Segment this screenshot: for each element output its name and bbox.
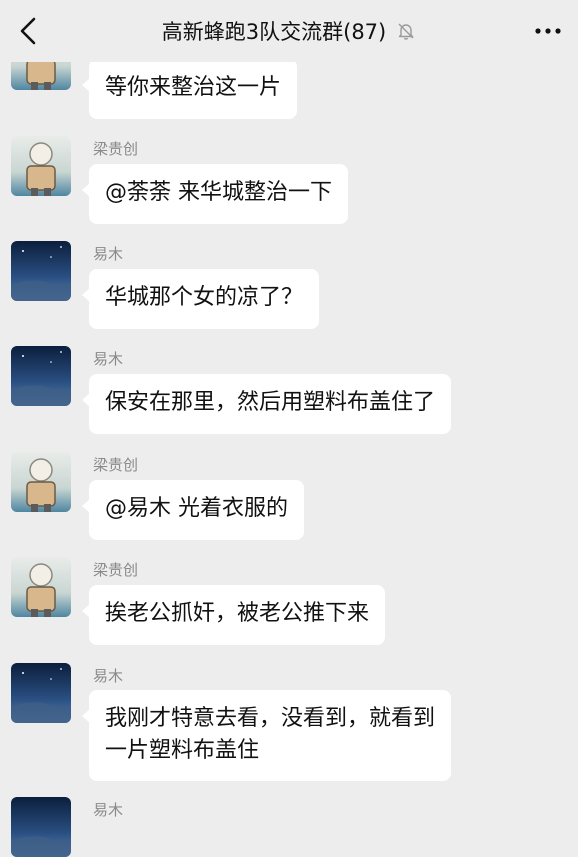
- more-button[interactable]: [530, 16, 566, 46]
- message-text: 华城那个女的凉了？: [105, 285, 304, 310]
- night-sky-avatar[interactable]: [11, 241, 71, 301]
- cartoon-avatar[interactable]: [11, 557, 71, 617]
- chat-header: 高新蜂跑3队交流群(87): [0, 0, 578, 62]
- message-text: 保安在那里，然后用塑料布盖住了: [105, 390, 436, 415]
- message-text-line: 一片塑料布盖住: [105, 738, 260, 763]
- sender-name: 易木: [93, 667, 124, 685]
- cartoon-avatar[interactable]: [11, 136, 71, 196]
- message-bubble[interactable]: 等你来整治这一片: [82, 59, 298, 119]
- night-sky-avatar[interactable]: [11, 346, 71, 406]
- message-text: 等你来整治这一片: [105, 75, 282, 100]
- page-title: 高新蜂跑3队交流群(87): [161, 20, 387, 44]
- message-text: 挨老公抓奸，被老公推下来: [105, 601, 370, 626]
- chat-area: 等你来整治这一片 梁贵创 @荼荼 来华城整治一下 易木 华城那个女的凉了？ 易木: [0, 0, 578, 857]
- sender-name: 易木: [93, 245, 124, 263]
- night-sky-avatar[interactable]: [11, 797, 71, 857]
- cartoon-avatar[interactable]: [11, 452, 71, 512]
- message-text-line: 我刚才特意去看，没看到，就看到: [105, 706, 436, 731]
- night-sky-avatar[interactable]: [11, 663, 71, 723]
- more-dots-icon: [530, 16, 566, 46]
- message-text: @荼荼 来华城整治一下: [105, 180, 332, 205]
- message-bubble[interactable]: 我刚才特意去看，没看到，就看到 一片塑料布盖住: [82, 690, 452, 781]
- message-bubble[interactable]: @荼荼 来华城整治一下: [82, 164, 348, 224]
- sender-name: 易木: [93, 801, 124, 819]
- bell-off-icon: [396, 21, 416, 41]
- message-bubble[interactable]: @易木 光着衣服的: [82, 480, 304, 540]
- message-bubble[interactable]: 挨老公抓奸，被老公推下来: [82, 585, 386, 645]
- sender-name: 梁贵创: [93, 456, 139, 474]
- message-text: @易木 光着衣服的: [105, 496, 288, 521]
- sender-name: 梁贵创: [93, 140, 139, 158]
- message-bubble[interactable]: 保安在那里，然后用塑料布盖住了: [82, 374, 452, 434]
- sender-name: 梁贵创: [93, 561, 139, 579]
- sender-name: 易木: [93, 350, 124, 368]
- message-bubble[interactable]: 华城那个女的凉了？: [82, 269, 320, 329]
